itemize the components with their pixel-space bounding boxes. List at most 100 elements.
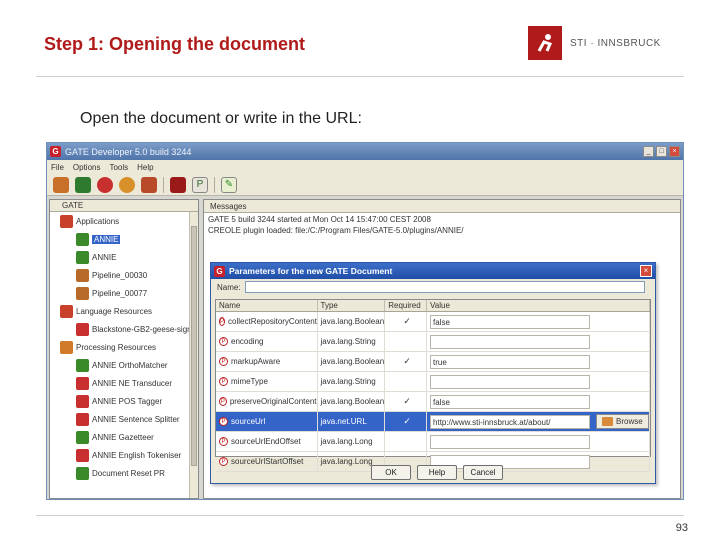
- tree-item[interactable]: ANNIE: [50, 248, 198, 266]
- resource-icon: [76, 376, 89, 390]
- parameter-row[interactable]: PpreserveOriginalContent java.lang.Boolea…: [216, 391, 650, 412]
- parameter-value-cell: [427, 371, 650, 392]
- load-application-icon[interactable]: [53, 176, 69, 193]
- tree-item-label: ANNIE NE Transducer: [92, 378, 173, 388]
- parameter-type: java.lang.String: [318, 371, 386, 392]
- parameter-name-cell: PsourceUrlEndOffset: [216, 431, 318, 452]
- window-titlebar[interactable]: G GATE Developer 5.0 build 3244 _ □ ×: [47, 143, 683, 160]
- parameter-type: java.lang.Boolean: [318, 391, 386, 412]
- toolbar-separator: [214, 176, 215, 193]
- tree-item[interactable]: ANNIE Sentence Splitter: [50, 410, 198, 428]
- open-datastore-icon[interactable]: [170, 176, 186, 193]
- maximize-button[interactable]: □: [656, 146, 667, 157]
- parameter-row[interactable]: PcollectRepositoryContents java.lang.Bool…: [216, 311, 650, 332]
- window-title: GATE Developer 5.0 build 3244: [65, 146, 192, 157]
- parameter-value-input[interactable]: [430, 334, 591, 349]
- tree-item[interactable]: ANNIE NE Transducer: [50, 374, 198, 392]
- dialog-titlebar[interactable]: G Parameters for the new GATE Document ×: [211, 263, 655, 279]
- column-required[interactable]: Required: [385, 300, 428, 311]
- name-label: Name:: [217, 282, 241, 292]
- column-value[interactable]: Value: [427, 300, 650, 311]
- resource-icon: [60, 340, 73, 354]
- column-type[interactable]: Type: [318, 300, 386, 311]
- parameter-value-input[interactable]: [430, 374, 591, 389]
- parameter-type: java.lang.Long: [318, 431, 386, 452]
- annotation-diff-icon[interactable]: ✎: [221, 176, 237, 193]
- sti-logo-text: STI · INNSBRUCK: [570, 37, 661, 49]
- parameter-row[interactable]: PsourceUrlEndOffset java.lang.Long: [216, 431, 650, 452]
- tree-item[interactable]: ANNIE OrthoMatcher: [50, 356, 198, 374]
- minimize-button[interactable]: _: [643, 146, 654, 157]
- parameter-row[interactable]: PsourceUrl java.net.URL ✓ http://www.sti-in…: [216, 411, 650, 432]
- parameter-name: sourceUrlEndOffset: [231, 437, 301, 446]
- new-datastore-icon[interactable]: [141, 176, 157, 193]
- document-name-input[interactable]: [244, 281, 645, 293]
- tree-item[interactable]: ANNIE English Tokeniser: [50, 446, 198, 464]
- resource-icon: [60, 214, 73, 228]
- new-application-icon[interactable]: [75, 176, 91, 193]
- resource-icon: [76, 286, 89, 300]
- parameter-value-input[interactable]: true: [430, 354, 591, 369]
- parameter-name: sourceUrl: [231, 417, 266, 426]
- parameter-icon: P: [219, 357, 228, 366]
- parameter-value-input[interactable]: false: [430, 394, 591, 409]
- tree-item[interactable]: Document Reset PR: [50, 464, 198, 482]
- tree-item[interactable]: ANNIE: [50, 230, 198, 248]
- parameter-row[interactable]: PmarkupAware java.lang.Boolean ✓ true: [216, 351, 650, 372]
- new-processing-resource-icon[interactable]: [119, 176, 135, 193]
- dialog-title: Parameters for the new GATE Document: [229, 266, 393, 276]
- help-button[interactable]: Help: [417, 465, 457, 480]
- messages-tab[interactable]: Messages: [204, 200, 680, 213]
- parameter-row[interactable]: Pencoding java.lang.String: [216, 331, 650, 352]
- ok-button[interactable]: OK: [371, 465, 411, 480]
- parameter-name-cell: PmarkupAware: [216, 351, 318, 372]
- parameter-name-cell: PmimeType: [216, 371, 318, 392]
- document-parameters-dialog: G Parameters for the new GATE Document ×…: [210, 262, 656, 484]
- tree-item-label: ANNIE Sentence Splitter: [92, 414, 180, 424]
- parameter-icon: P: [219, 417, 228, 426]
- parameter-required: ✓: [385, 391, 428, 412]
- tree-item[interactable]: Processing Resources: [50, 338, 198, 356]
- menu-help[interactable]: Help: [137, 163, 153, 172]
- resource-icon: [76, 394, 89, 408]
- tree-scrollbar[interactable]: [189, 212, 198, 498]
- resource-icon: [60, 304, 73, 318]
- tree-root[interactable]: GATE: [50, 200, 198, 212]
- tree-scrollbar-thumb[interactable]: [191, 226, 197, 466]
- dialog-close-button[interactable]: ×: [640, 265, 652, 277]
- parameter-value-input[interactable]: http://www.sti-innsbruck.at/about/: [430, 414, 591, 429]
- parameter-name-cell: PsourceUrlStartOffset: [216, 451, 318, 472]
- tree-item-label: ANNIE POS Tagger: [92, 396, 163, 406]
- menu-options[interactable]: Options: [73, 163, 101, 172]
- parameter-icon: P: [219, 397, 227, 406]
- cancel-button[interactable]: Cancel: [463, 465, 503, 480]
- browse-button[interactable]: Browse: [596, 414, 649, 429]
- parameter-required: [385, 431, 428, 452]
- parameter-value-input[interactable]: false: [430, 314, 591, 329]
- parameter-value-cell: false: [427, 311, 650, 332]
- tree-item[interactable]: Pipeline_00077: [50, 284, 198, 302]
- tree-item[interactable]: ANNIE Gazetteer: [50, 428, 198, 446]
- parameter-type: java.net.URL: [318, 411, 386, 432]
- parameter-row[interactable]: PmimeType java.lang.String: [216, 371, 650, 392]
- close-window-button[interactable]: ×: [669, 146, 680, 157]
- parameter-icon: P: [219, 457, 228, 466]
- resource-icon: [76, 466, 89, 480]
- tree-item[interactable]: Applications: [50, 212, 198, 230]
- parameter-required: [385, 371, 428, 392]
- tree-item[interactable]: Language Resources: [50, 302, 198, 320]
- toolbar: P ✎: [47, 174, 683, 196]
- menu-tools[interactable]: Tools: [109, 163, 128, 172]
- column-name[interactable]: Name: [216, 300, 318, 311]
- parameters-header: Name Type Required Value: [216, 300, 650, 312]
- resource-icon: [76, 250, 89, 264]
- new-language-resource-icon[interactable]: [97, 176, 113, 193]
- tree-item[interactable]: Pipeline_00030: [50, 266, 198, 284]
- parameter-value-input[interactable]: [430, 434, 591, 449]
- tree-item[interactable]: Blackstone-GB2-geese-sign: [50, 320, 198, 338]
- tree-item[interactable]: ANNIE POS Tagger: [50, 392, 198, 410]
- plugin-manager-icon[interactable]: P: [192, 176, 208, 193]
- parameter-icon: P: [219, 317, 226, 326]
- menu-file[interactable]: File: [51, 163, 64, 172]
- parameter-value-cell: [427, 431, 650, 452]
